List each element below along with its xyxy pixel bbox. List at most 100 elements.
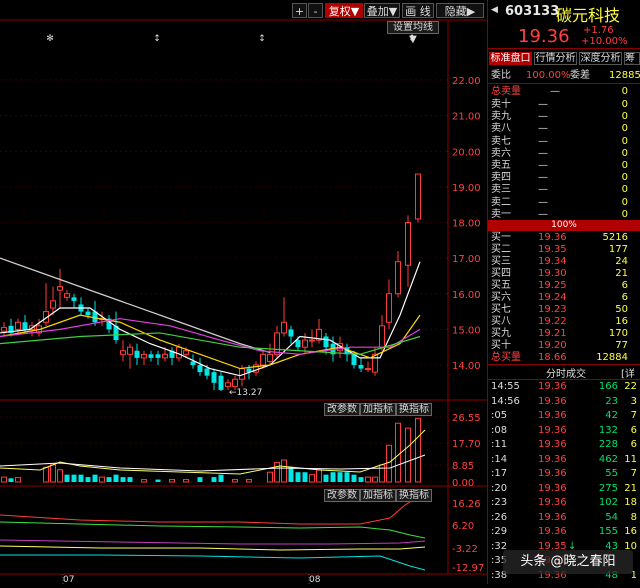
ask-volume: 0 <box>621 208 628 220</box>
ask-volume: 0 <box>621 196 628 208</box>
total-buy-row: 总买量 18.66 12884 <box>488 351 640 364</box>
vol-axis-label: 0.00 <box>452 478 474 489</box>
ask-label: 卖三 <box>491 184 511 196</box>
diff-value: 12885 <box>609 70 640 81</box>
volume-bar-up <box>57 469 63 483</box>
chevron-down-icon: ▼ <box>388 5 398 18</box>
vol-change-param-button[interactable]: 改参数 <box>324 403 360 416</box>
tick-volume: 166 <box>598 381 618 392</box>
ask-price: — <box>538 147 548 159</box>
volume-bar-up <box>99 476 105 483</box>
vol-switch-index-button[interactable]: 换指标 <box>396 403 432 416</box>
candle-up <box>15 321 21 330</box>
hide-button[interactable]: 隐藏▶ <box>436 3 484 18</box>
draw-line-button[interactable]: 画 线 <box>402 3 434 18</box>
macd-axis-label: 16.26 <box>452 499 481 510</box>
candle-up <box>379 325 385 348</box>
chevron-down-icon: ▼ <box>409 34 417 45</box>
ask-price: — <box>538 172 548 184</box>
ask-price: — <box>538 208 548 220</box>
candle-up <box>309 339 315 342</box>
tab-depth[interactable]: 深度分析 <box>579 52 622 65</box>
zoom-out-button[interactable]: - <box>308 3 323 18</box>
candle-up <box>57 286 63 291</box>
candle-up <box>176 346 182 359</box>
event-marker-icon: ↕ <box>258 34 266 44</box>
macd-change-param-button[interactable]: 改参数 <box>324 489 360 502</box>
tick-row: :11 19.36 228 6 <box>488 438 640 451</box>
low-price-label: ←13.27 <box>229 388 262 398</box>
menu-arrow-icon[interactable]: ◀ <box>491 5 501 15</box>
total-buy-label: 总买量 <box>491 352 521 363</box>
stock-header: ◀ 603133 碳元科技 19.36 +1.76 +10.00% <box>488 0 640 49</box>
volume-bar-up <box>405 427 411 483</box>
volume-bar-up <box>232 479 238 483</box>
ticks-title: 分时成交 <box>546 369 586 380</box>
macd-add-index-button[interactable]: 加指标 <box>360 489 396 502</box>
kline-chart-area[interactable]: 22.00 21.00 20.00 19.00 18.00 17.00 16.00 15.00… <box>0 0 487 585</box>
tick-time: :11 <box>491 439 508 450</box>
volume-bar-down <box>155 479 161 482</box>
ask-volume: 0 <box>621 147 628 159</box>
volume-bar-down <box>211 477 217 482</box>
stock-change: +1.76 <box>583 25 614 36</box>
tab-analysis[interactable]: 行情分析 <box>534 52 577 65</box>
tick-row: :05 19.36 42 7 <box>488 409 640 422</box>
candle-up <box>395 261 401 295</box>
price-axis-label: 22.00 <box>452 76 481 87</box>
ticks-detail-link[interactable]: [详 <box>621 365 635 380</box>
candle-up <box>1 327 7 332</box>
candle-up <box>64 293 70 298</box>
ask-price: — <box>538 160 548 171</box>
event-marker-icon: ✻ <box>46 34 54 44</box>
zoom-in-button[interactable]: + <box>292 3 307 18</box>
quote-panel: ◀ 603133 碳元科技 19.36 +1.76 +10.00% 标准盘口 行… <box>488 0 640 584</box>
candle-up <box>274 332 280 355</box>
indicator-line-cyan <box>0 554 426 571</box>
tick-volume: 102 <box>598 497 618 508</box>
tick-row: :08 19.36 132 6 <box>488 424 640 437</box>
tick-row: :26 19.36 54 8 <box>488 511 640 524</box>
tick-count: 6 <box>630 439 637 450</box>
volume-bar-up <box>1 476 7 483</box>
tick-volume: 132 <box>598 424 618 436</box>
ask-label: 卖七 <box>491 135 511 147</box>
ratio-row: 委比 100.00% 委差 12885 <box>488 69 640 84</box>
total-buy-volume: 12884 <box>596 352 628 363</box>
ticks-header: 分时成交 [详 <box>488 364 640 380</box>
vol-add-index-button[interactable]: 加指标 <box>360 403 396 416</box>
volume-bar-down <box>337 472 343 482</box>
fuquan-button[interactable]: 复权▼ <box>325 3 363 18</box>
tab-standard[interactable]: 标准盘口 <box>489 52 532 65</box>
overlay-button[interactable]: 叠加▼ <box>364 3 400 18</box>
volume-bar-down <box>8 478 14 482</box>
volume-bar-down <box>288 467 294 482</box>
total-sell-row: 总卖量 — 0 <box>488 85 640 98</box>
ratio-bar: 100% <box>488 220 640 231</box>
ask-label: 卖八 <box>491 123 511 135</box>
ask-label: 卖十 <box>491 99 511 110</box>
vol-ma-line <box>0 429 426 475</box>
price-axis-label: 21.00 <box>452 112 481 123</box>
volume-bar-down <box>344 472 350 482</box>
ma5-line <box>0 261 421 377</box>
ratio-label: 委比 <box>491 70 511 81</box>
candle-up <box>127 346 133 355</box>
ask-row: 卖八 — 0 <box>488 122 640 135</box>
vol-axis-label: 8.85 <box>452 461 474 472</box>
ask-price: — <box>538 111 548 123</box>
setup-ma-button[interactable]: 设置均线▼ <box>387 21 439 45</box>
volume-bar-up <box>365 476 371 483</box>
ask-row: 卖七 — 0 <box>488 135 640 148</box>
candle-down <box>288 329 294 337</box>
candle-up <box>162 353 168 359</box>
indicator-line-yellow <box>0 545 426 551</box>
event-marker-icon: ↕ <box>153 34 161 44</box>
overlay-label: 叠加 <box>366 5 389 18</box>
tick-volume: 462 <box>598 453 618 465</box>
tick-count: 7 <box>630 410 637 421</box>
volume-bar-up <box>395 422 401 483</box>
macd-switch-index-button[interactable]: 换指标 <box>396 489 432 502</box>
tab-chips[interactable]: 筹码 <box>624 52 640 65</box>
vol-axis-label: 26.55 <box>452 413 481 424</box>
